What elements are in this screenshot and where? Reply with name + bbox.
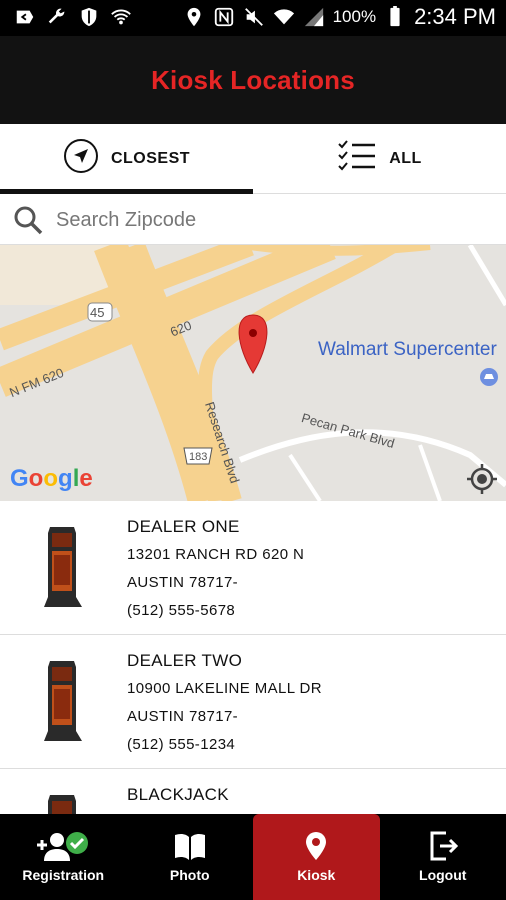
dealer-name: DEALER TWO: [127, 651, 243, 670]
signal-icon: [303, 6, 325, 28]
kiosk-thumbnail: [48, 795, 76, 814]
road-label-183: 183: [189, 451, 208, 463]
mute-icon: [243, 6, 265, 28]
map-view[interactable]: 45 620 N FM 620 Research Blvd 183 Pecan …: [0, 245, 506, 501]
list-item[interactable]: DEALER TWO 10900 LAKELINE MALL DR AUSTIN…: [0, 635, 506, 769]
dealer-phone[interactable]: (512) 555-5678: [127, 597, 304, 625]
battery-icon: [384, 6, 406, 28]
dealer-phone[interactable]: (512) 555-1234: [127, 731, 322, 759]
back-arrow-icon: [14, 6, 36, 28]
nav-photo[interactable]: Photo: [127, 814, 254, 900]
dealer-list: DEALER ONE 13201 RANCH RD 620 N AUSTIN 7…: [0, 501, 506, 814]
add-user-check-icon: [37, 832, 89, 861]
road-label-45: 45: [90, 305, 105, 320]
nav-logout[interactable]: Logout: [380, 814, 506, 900]
tab-closest-label: CLOSEST: [110, 149, 191, 167]
navigation-arrow-icon: [63, 138, 99, 179]
status-bar: 100% 2:34 PM: [0, 0, 506, 36]
tab-all[interactable]: ALL: [253, 124, 506, 193]
location-pin-icon: [306, 832, 327, 860]
tab-all-label: ALL: [389, 149, 422, 167]
nav-registration[interactable]: Registration: [0, 814, 127, 900]
wrench-icon: [46, 6, 68, 28]
battery-percent: 100%: [332, 7, 377, 26]
list-item[interactable]: DEALER ONE 13201 RANCH RD 620 N AUSTIN 7…: [0, 501, 506, 635]
dealer-city: AUSTIN 78717-: [127, 574, 239, 591]
google-logo-letter: e: [79, 465, 93, 492]
nav-kiosk-label: Kiosk: [297, 867, 336, 883]
clock: 2:34 PM: [414, 4, 496, 29]
dealer-city: AUSTIN 78717-: [127, 708, 239, 725]
dealer-name: DEALER ONE: [127, 517, 240, 536]
shield-icon: [78, 6, 100, 28]
google-logo-letter: o: [28, 465, 44, 492]
google-logo: Google: [10, 465, 93, 493]
nfc-icon: [213, 6, 235, 28]
logout-icon: [430, 831, 458, 861]
nav-photo-label: Photo: [169, 867, 210, 883]
kiosk-thumbnail: [44, 527, 82, 607]
search-icon[interactable]: [0, 205, 56, 235]
google-logo-letter: g: [58, 465, 73, 492]
wifi-icon: [273, 6, 295, 28]
page-title: Kiosk Locations: [151, 64, 355, 95]
search-bar: [0, 196, 506, 245]
list-item[interactable]: BLACKJACK: [0, 769, 506, 814]
location-pin-icon: [183, 6, 205, 28]
open-book-icon: [174, 833, 205, 860]
nav-registration-label: Registration: [22, 867, 105, 883]
bottom-nav: Registration Photo Kiosk Logout: [0, 814, 506, 900]
nav-logout-label: Logout: [419, 867, 467, 883]
tab-closest[interactable]: CLOSEST: [0, 124, 253, 194]
locate-me-icon[interactable]: [466, 463, 498, 495]
wifi-hotspot-icon: [110, 6, 132, 28]
app-header: Kiosk Locations: [0, 36, 506, 124]
map-roads: [0, 245, 506, 501]
google-logo-letter: G: [10, 465, 29, 492]
dealer-address: 13201 RANCH RD 620 N: [127, 546, 305, 563]
poi-label-walmart[interactable]: Walmart Supercenter: [318, 339, 497, 361]
tab-bar: CLOSEST ALL: [0, 124, 506, 194]
dealer-address: 10900 LAKELINE MALL DR: [127, 680, 323, 697]
checklist-icon: [337, 138, 377, 179]
kiosk-thumbnail: [44, 661, 82, 741]
dealer-name: BLACKJACK: [127, 785, 229, 804]
google-logo-letter: o: [43, 465, 59, 492]
nav-kiosk[interactable]: Kiosk: [253, 814, 380, 900]
search-zipcode-input[interactable]: [56, 208, 476, 232]
